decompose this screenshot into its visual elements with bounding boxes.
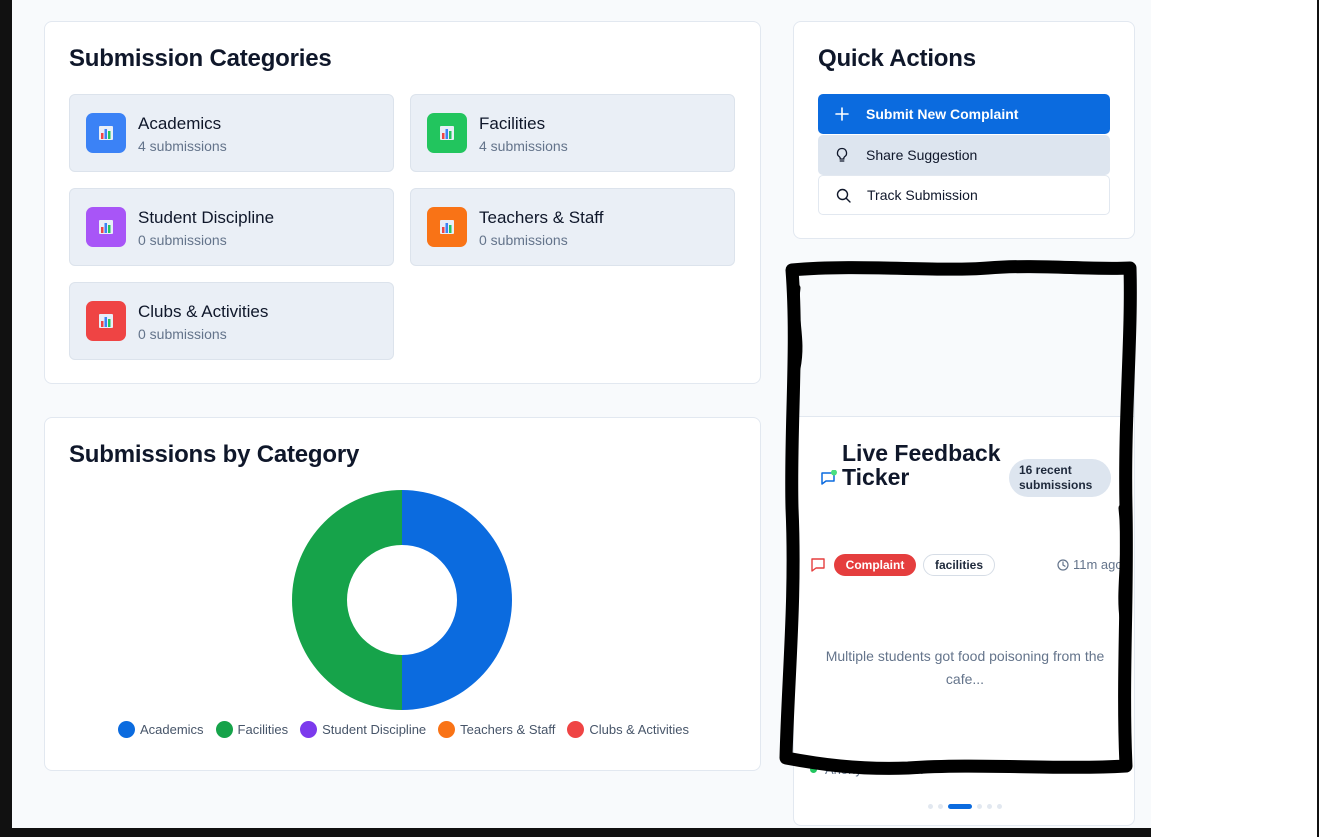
window-frame-right — [1317, 0, 1319, 837]
category-tile-facilities[interactable]: Facilities 4 submissions — [410, 94, 735, 172]
carousel-dot[interactable] — [987, 804, 992, 809]
feedback-message: Multiple students got food poisoning fro… — [825, 648, 1105, 687]
category-name: Student Discipline — [138, 208, 275, 227]
author-row: Anonymous User — [810, 762, 925, 777]
type-badge: Complaint — [834, 554, 916, 576]
category-tile-student-discipline[interactable]: Student Discipline 0 submissions — [69, 188, 394, 266]
legend-item[interactable]: Student Discipline — [300, 721, 426, 738]
search-icon — [819, 188, 867, 203]
donut-slice-facilities[interactable] — [292, 490, 402, 710]
category-count: 0 submissions — [479, 232, 568, 248]
track-submission-label: Track Submission — [867, 187, 978, 203]
bar-chart-icon — [427, 113, 467, 153]
category-tile-teachers-staff[interactable]: Teachers & Staff 0 submissions — [410, 188, 735, 266]
legend-swatch — [567, 721, 585, 738]
ticker-title: Live Feedback Ticker — [842, 440, 1001, 490]
bar-chart-icon — [86, 207, 126, 247]
category-count: 0 submissions — [138, 326, 227, 342]
clock-icon — [1057, 558, 1069, 571]
carousel-dot[interactable] — [928, 804, 933, 809]
submission-categories-title: Submission Categories — [69, 45, 332, 72]
legend-label: Clubs & Activities — [589, 722, 690, 737]
legend-item[interactable]: Facilities — [215, 721, 289, 738]
message-square-icon — [820, 469, 838, 493]
legend-swatch — [117, 721, 135, 738]
share-suggestion-label: Share Suggestion — [866, 147, 978, 163]
complaint-message-icon — [810, 557, 826, 578]
share-suggestion-button[interactable]: Share Suggestion — [818, 135, 1110, 175]
legend-item[interactable]: Academics — [117, 721, 204, 738]
legend-label: Academics — [139, 722, 204, 737]
chart-legend: Academics Facilities Student Discipline Tea… — [45, 721, 762, 738]
bar-chart-icon — [427, 207, 467, 247]
live-feedback-ticker-card: Live Feedback Ticker 16 recent submissio… — [793, 268, 1135, 826]
track-submission-button[interactable]: Track Submission — [818, 175, 1110, 215]
category-name: Clubs & Activities — [138, 302, 269, 321]
window-frame-left — [0, 0, 12, 837]
legend-label: Student Discipline — [322, 722, 427, 737]
submit-complaint-label: Submit New Complaint — [866, 106, 1019, 122]
ticker-header-area — [794, 269, 1134, 417]
legend-label: Teachers & Staff — [460, 722, 556, 737]
legend-swatch — [300, 721, 318, 738]
dashboard: Submission Categories Academics 4 submis… — [12, 0, 1151, 828]
carousel-dots — [794, 804, 1134, 809]
recent-submissions-badge: 16 recent submissions — [1009, 459, 1111, 497]
legend-swatch — [215, 721, 233, 738]
author-name: Anonymous User — [825, 762, 925, 777]
carousel-dot[interactable] — [977, 804, 982, 809]
legend-item[interactable]: Teachers & Staff — [438, 721, 555, 738]
category-badge: facilities — [923, 554, 995, 576]
timestamp-text: 11m ago — [1073, 557, 1123, 572]
submit-complaint-button[interactable]: Submit New Complaint — [818, 94, 1110, 134]
submission-categories-card: Submission Categories Academics 4 submis… — [44, 21, 761, 384]
category-tile-academics[interactable]: Academics 4 submissions — [69, 94, 394, 172]
carousel-dot[interactable] — [997, 804, 1002, 809]
category-count: 4 submissions — [138, 138, 227, 154]
plus-icon — [818, 107, 866, 121]
bar-chart-icon — [86, 113, 126, 153]
legend-item[interactable]: Clubs & Activities — [567, 721, 689, 738]
donut-slice-academics[interactable] — [402, 490, 512, 710]
category-name: Facilities — [479, 114, 546, 133]
carousel-dot[interactable] — [948, 804, 972, 809]
bar-chart-icon — [86, 301, 126, 341]
quick-actions-title: Quick Actions — [818, 45, 976, 72]
carousel-dot[interactable] — [938, 804, 943, 809]
window-frame-bottom — [0, 828, 1151, 837]
submissions-by-category-card: Submissions by Category Academics Facilit… — [44, 417, 761, 771]
timestamp: 11m ago — [1057, 557, 1123, 572]
lightbulb-icon — [818, 147, 866, 163]
category-tile-clubs-activities[interactable]: Clubs & Activities 0 submissions — [69, 282, 394, 360]
category-count: 0 submissions — [138, 232, 227, 248]
legend-swatch — [438, 721, 456, 738]
donut-chart — [292, 490, 512, 710]
legend-label: Facilities — [237, 722, 289, 737]
category-name: Teachers & Staff — [479, 208, 604, 227]
chart-title: Submissions by Category — [69, 441, 360, 468]
online-status-dot — [810, 766, 817, 773]
quick-actions-card: Quick Actions Submit New Complaint Share… — [793, 21, 1135, 239]
category-name: Academics — [138, 114, 222, 133]
category-count: 4 submissions — [479, 138, 568, 154]
